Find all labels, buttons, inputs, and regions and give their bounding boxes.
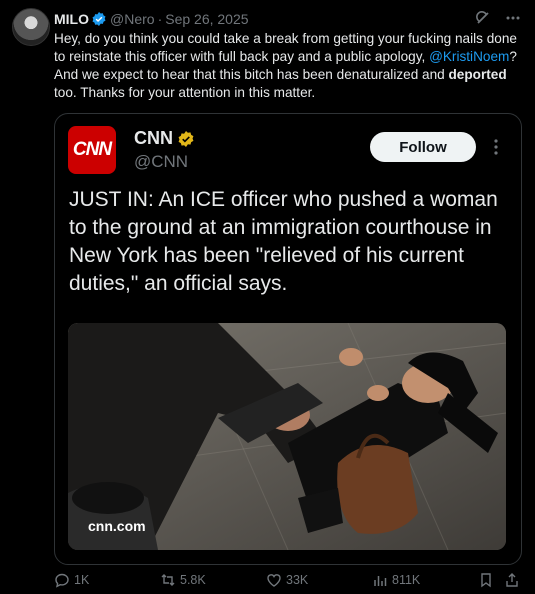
link-domain-caption[interactable]: cnn.com	[88, 518, 146, 534]
reply-count: 1K	[74, 573, 90, 587]
repost-count: 5.8K	[180, 573, 206, 587]
quoted-author-name[interactable]: CNN	[134, 128, 173, 149]
views-chart-icon	[374, 576, 387, 586]
separator-dot: ·	[157, 11, 163, 27]
news-photo[interactable]: cnn.com	[68, 323, 506, 550]
quoted-tweet-text: JUST IN: An ICE officer who pushed a wom…	[69, 188, 498, 295]
share-action[interactable]	[504, 572, 520, 588]
share-icon	[506, 573, 518, 587]
more-options-icon[interactable]	[505, 10, 521, 26]
cnn-logo[interactable]: CNN	[68, 126, 116, 174]
mention-link[interactable]: @KristiNoem	[429, 49, 509, 64]
gold-verified-badge-icon	[178, 130, 194, 147]
quoted-author-handle[interactable]: @CNN	[134, 152, 188, 172]
heart-icon	[267, 574, 281, 587]
views-action[interactable]: 811K	[372, 572, 420, 588]
tweet-text-part-3: too. Thanks for your attention in this m…	[54, 85, 316, 100]
like-action[interactable]: 33K	[266, 572, 308, 588]
avatar[interactable]	[12, 8, 50, 46]
grok-icon[interactable]	[475, 10, 491, 26]
tweet-actions: 1K 5.8K 33K 811K	[54, 572, 524, 590]
reply-action[interactable]: 1K	[54, 572, 89, 588]
tweet-header: MILO @Nero · Sep 26, 2025	[54, 10, 249, 28]
author-name[interactable]: MILO	[54, 10, 89, 28]
tweet-text-bold: deported	[448, 67, 507, 82]
quoted-author-row: CNN	[134, 128, 194, 149]
author-handle[interactable]: @Nero	[110, 10, 155, 28]
tweet-text: Hey, do you think you could take a break…	[54, 30, 524, 102]
repost-icon	[161, 574, 175, 586]
like-count: 33K	[286, 573, 309, 587]
bookmark-icon	[481, 573, 491, 588]
reply-icon	[55, 573, 69, 588]
tweet-date[interactable]: Sep 26, 2025	[165, 10, 248, 28]
tweet[interactable]: MILO @Nero · Sep 26, 2025 Hey, do you th…	[0, 0, 535, 594]
quoted-tweet-card[interactable]: CNN CNN @CNN Follow JUST IN: An ICE offi…	[54, 113, 522, 565]
photo-illustration	[68, 323, 506, 550]
tweet-top-actions	[475, 10, 521, 26]
vertical-more-icon[interactable]	[493, 138, 499, 156]
verified-badge-icon	[92, 12, 106, 26]
bookmark-action[interactable]	[478, 572, 494, 588]
repost-action[interactable]: 5.8K	[160, 572, 206, 588]
follow-button[interactable]: Follow	[370, 132, 476, 162]
views-count: 811K	[392, 573, 421, 587]
